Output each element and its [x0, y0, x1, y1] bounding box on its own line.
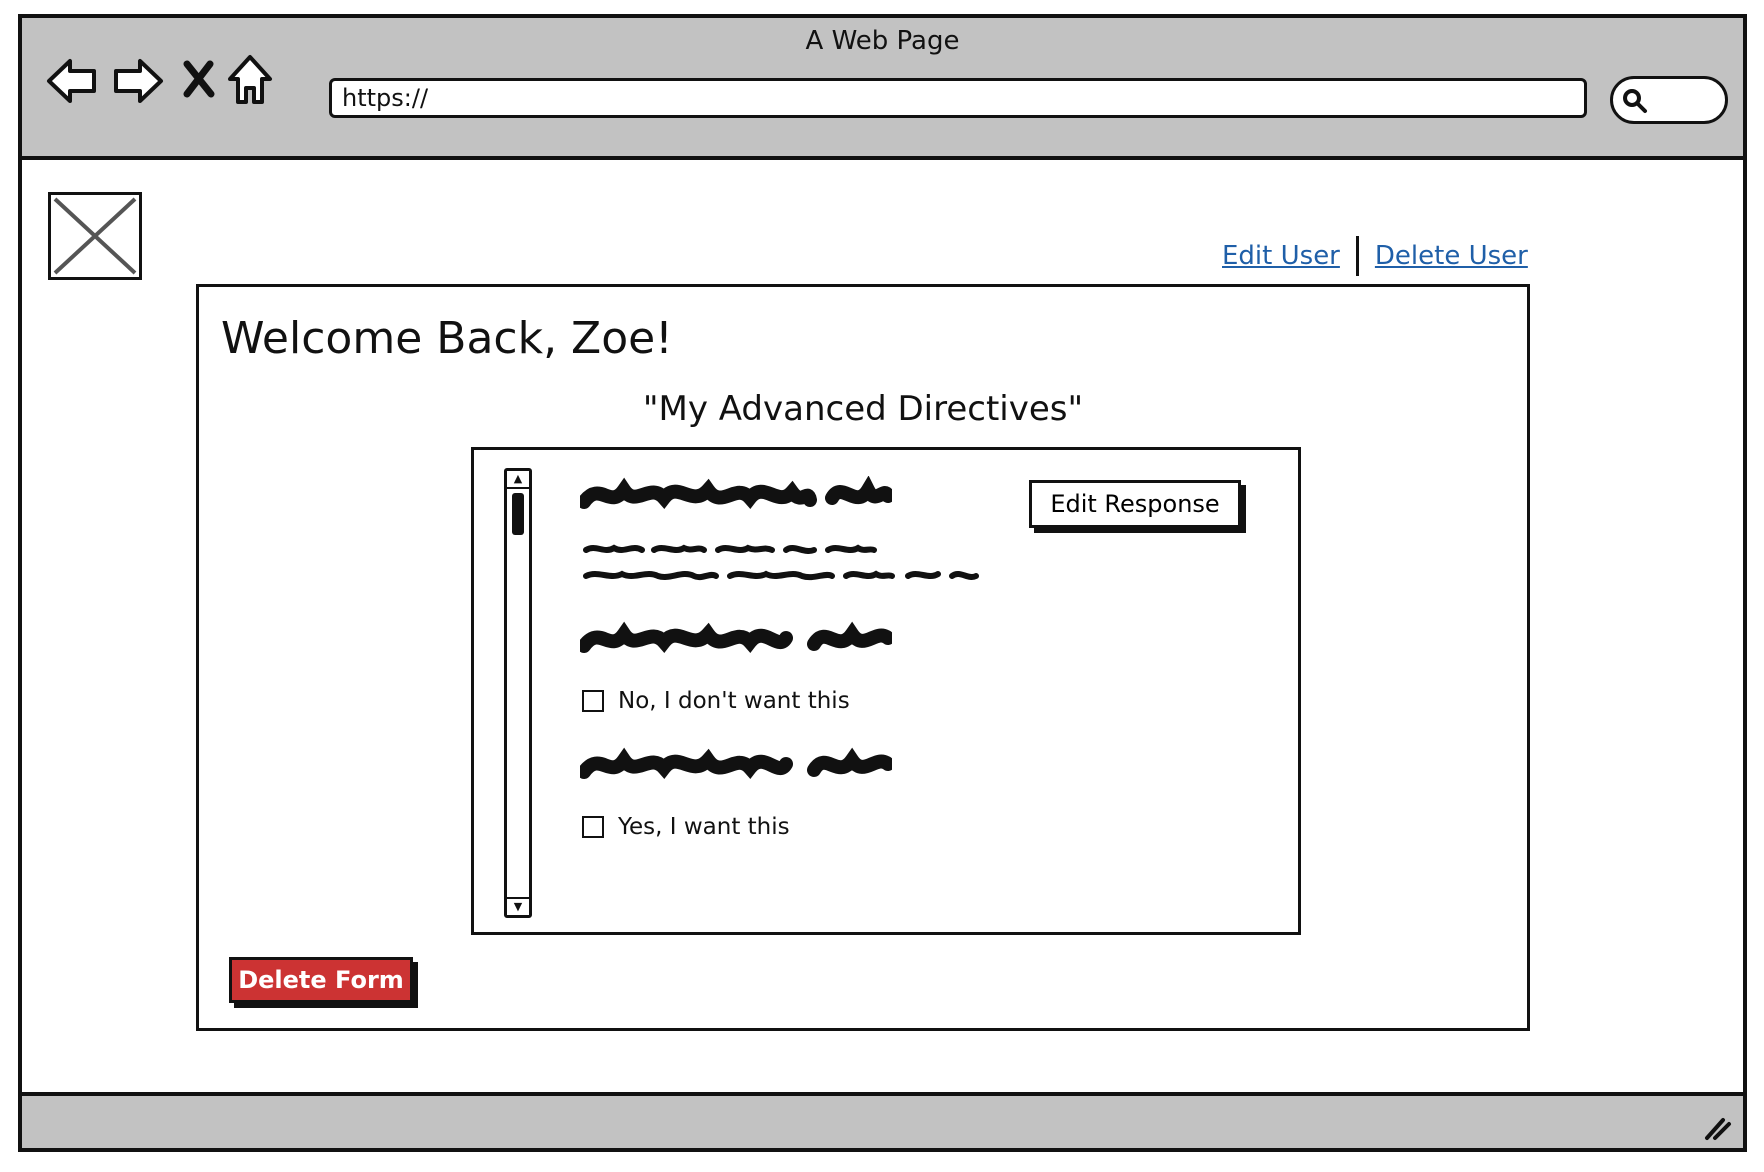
form-title: "My Advanced Directives": [642, 389, 1084, 429]
main-panel: Welcome Back, Zoe! "My Advanced Directiv…: [196, 284, 1530, 1031]
image-placeholder-icon: [53, 197, 137, 275]
edit-response-button[interactable]: Edit Response: [1029, 480, 1241, 528]
description-scribble: [583, 544, 979, 581]
home-icon[interactable]: [226, 54, 274, 106]
option-no[interactable]: No, I don't want this: [582, 688, 850, 714]
scroll-up-icon[interactable]: ▲: [507, 471, 529, 489]
option-yes-label: Yes, I want this: [618, 814, 790, 840]
close-icon[interactable]: [182, 60, 216, 98]
delete-form-button[interactable]: Delete Form: [229, 957, 413, 1003]
delete-user-link[interactable]: Delete User: [1375, 241, 1528, 271]
window-title: A Web Page: [805, 26, 960, 56]
option-yes-checkbox[interactable]: [582, 816, 604, 838]
user-links: Edit User Delete User: [1222, 236, 1528, 276]
url-input[interactable]: https://: [329, 78, 1587, 118]
welcome-heading: Welcome Back, Zoe!: [221, 313, 673, 364]
forward-arrow-icon[interactable]: [112, 56, 164, 106]
question-heading-scribble: [580, 476, 892, 509]
option-no-checkbox[interactable]: [582, 690, 604, 712]
status-bar: [22, 1092, 1743, 1148]
search-box[interactable]: [1610, 76, 1728, 124]
option-no-label: No, I don't want this: [618, 688, 850, 714]
option-heading-scribble-2: [580, 747, 892, 779]
browser-chrome: A Web Page https://: [22, 18, 1743, 160]
scrollbar[interactable]: ▲ ▼: [504, 468, 532, 918]
resize-grip-icon[interactable]: [1701, 1114, 1733, 1142]
edit-user-link[interactable]: Edit User: [1222, 241, 1340, 271]
back-arrow-icon[interactable]: [46, 56, 98, 106]
search-icon: [1623, 89, 1647, 113]
scroll-down-icon[interactable]: ▼: [507, 897, 529, 915]
scroll-thumb[interactable]: [512, 493, 524, 535]
option-heading-scribble-1: [580, 621, 892, 653]
link-divider: [1355, 236, 1359, 276]
option-yes[interactable]: Yes, I want this: [582, 814, 790, 840]
form-response-box: ▲ ▼ Edit Response No, I don't want this …: [471, 447, 1301, 935]
logo-placeholder: [48, 192, 142, 280]
